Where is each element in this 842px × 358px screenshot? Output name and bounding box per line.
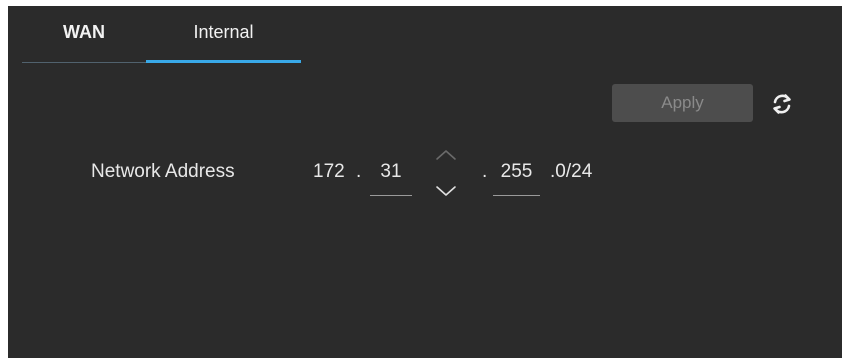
tab-bar: WAN Internal <box>22 6 302 63</box>
tab-active-indicator <box>146 60 301 63</box>
apply-button[interactable]: Apply <box>612 84 753 122</box>
separator-2: . <box>482 161 488 182</box>
tab-wan-underline <box>22 62 146 63</box>
tab-wan[interactable]: WAN <box>22 6 146 63</box>
octet-3-value: 255 <box>500 161 533 182</box>
octet-3-input[interactable]: 255 <box>493 156 540 196</box>
tab-internal[interactable]: Internal <box>146 6 301 63</box>
tab-internal-label: Internal <box>193 22 254 42</box>
network-address-label: Network Address <box>91 161 235 182</box>
network-suffix: .0/24 <box>550 161 593 182</box>
chevron-down-icon[interactable] <box>435 184 457 198</box>
tab-wan-label: WAN <box>63 22 105 42</box>
octet-1: 172 <box>313 161 345 182</box>
network-address-row: Network Address 172 . 31 . 255 .0/24 <box>8 156 842 196</box>
chevron-up-icon[interactable] <box>435 148 457 162</box>
refresh-icon[interactable] <box>768 90 796 118</box>
octet-2-value: 31 <box>380 161 402 182</box>
separator-1: . <box>356 161 362 182</box>
octet-2-input[interactable]: 31 <box>370 156 412 196</box>
settings-panel: WAN Internal Apply Network Address 172 .… <box>8 6 842 358</box>
